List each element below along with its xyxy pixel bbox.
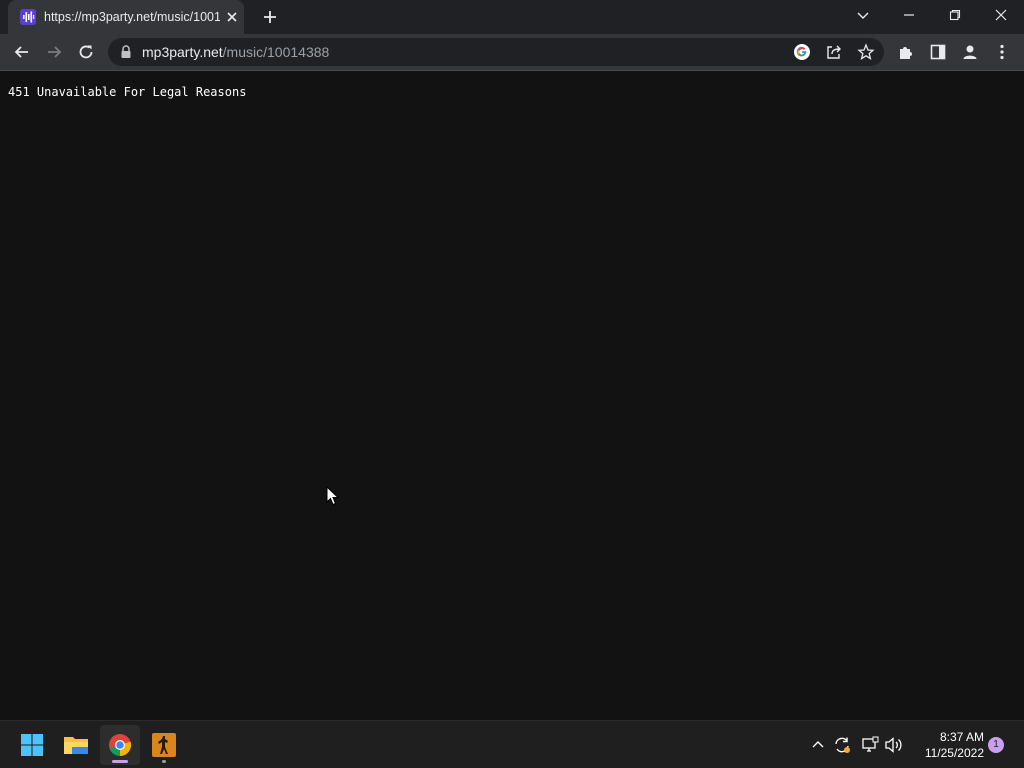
reload-icon: [79, 45, 93, 59]
reload-button[interactable]: [74, 40, 98, 64]
side-panel-button[interactable]: [926, 40, 950, 64]
bookmark-button[interactable]: [856, 42, 876, 62]
network-button[interactable]: [860, 735, 880, 755]
active-app-indicator: [112, 760, 128, 763]
close-window-button[interactable]: [978, 0, 1024, 30]
file-explorer-button[interactable]: [56, 725, 96, 765]
start-button[interactable]: [12, 725, 52, 765]
soundwave-favicon-icon: [20, 9, 36, 25]
url-host: mp3party.net: [142, 44, 223, 60]
address-bar[interactable]: mp3party.net/music/10014388: [108, 38, 884, 66]
menu-button[interactable]: [990, 40, 1014, 64]
clock-time: 8:37 AM: [939, 730, 984, 744]
lock-icon[interactable]: [120, 45, 132, 59]
clock[interactable]: 8:37 AM 11/25/2022: [912, 729, 984, 761]
arrow-left-icon: [14, 46, 28, 58]
speaker-icon: [885, 737, 902, 753]
chrome-icon: [109, 734, 132, 757]
kebab-menu-icon: [1000, 44, 1004, 60]
close-tab-icon[interactable]: [224, 9, 240, 25]
profile-icon: [963, 45, 977, 59]
sync-icon: [835, 737, 850, 753]
star-icon: [857, 43, 875, 61]
back-button[interactable]: [10, 40, 34, 64]
url-path: /music/10014388: [222, 44, 330, 60]
new-tab-icon[interactable]: [258, 5, 282, 29]
restore-icon: [949, 9, 961, 21]
show-hidden-icons-button[interactable]: [808, 735, 828, 755]
clock-date: 11/25/2022: [924, 746, 984, 760]
tab-title: https://mp3party.net/music/10014388: [44, 10, 220, 24]
chevron-down-icon: [857, 12, 869, 19]
volume-button[interactable]: [884, 735, 904, 755]
browser-toolbar: mp3party.net/music/10014388: [0, 34, 1024, 70]
sync-status-button[interactable]: [832, 735, 852, 755]
taskbar: 8:37 AM 11/25/2022 1: [0, 720, 1024, 768]
page-content: 451 Unavailable For Legal Reasons: [0, 71, 1024, 720]
minimize-icon: [904, 14, 914, 16]
game-taskbar-button[interactable]: [144, 725, 184, 765]
arrow-right-icon: [48, 46, 62, 58]
puzzle-piece-icon: [900, 47, 912, 59]
mouse-cursor-icon: [326, 486, 340, 506]
error-message: 451 Unavailable For Legal Reasons: [8, 85, 247, 99]
network-icon: [862, 736, 879, 752]
tab-search-button[interactable]: [840, 0, 886, 30]
share-button[interactable]: [824, 42, 844, 62]
chrome-taskbar-button[interactable]: [100, 725, 140, 765]
folder-icon: [64, 737, 88, 754]
game-icon: [152, 733, 176, 757]
extensions-button[interactable]: [894, 40, 918, 64]
notification-badge[interactable]: 1: [988, 737, 1004, 753]
tab-strip: https://mp3party.net/music/10014388: [0, 0, 1024, 34]
chevron-up-icon: [812, 741, 824, 748]
share-icon: [827, 45, 841, 59]
side-panel-icon: [930, 44, 946, 60]
url-text[interactable]: mp3party.net/music/10014388: [142, 44, 329, 60]
running-app-indicator: [162, 760, 166, 763]
profile-button[interactable]: [958, 40, 982, 64]
restore-button[interactable]: [932, 0, 978, 30]
browser-tab[interactable]: https://mp3party.net/music/10014388: [8, 0, 244, 34]
google-lens-button[interactable]: [792, 42, 812, 62]
close-icon: [995, 9, 1007, 21]
minimize-button[interactable]: [886, 0, 932, 30]
forward-button[interactable]: [42, 40, 66, 64]
google-g-icon: [794, 44, 810, 60]
windows-logo-icon: [21, 734, 43, 756]
